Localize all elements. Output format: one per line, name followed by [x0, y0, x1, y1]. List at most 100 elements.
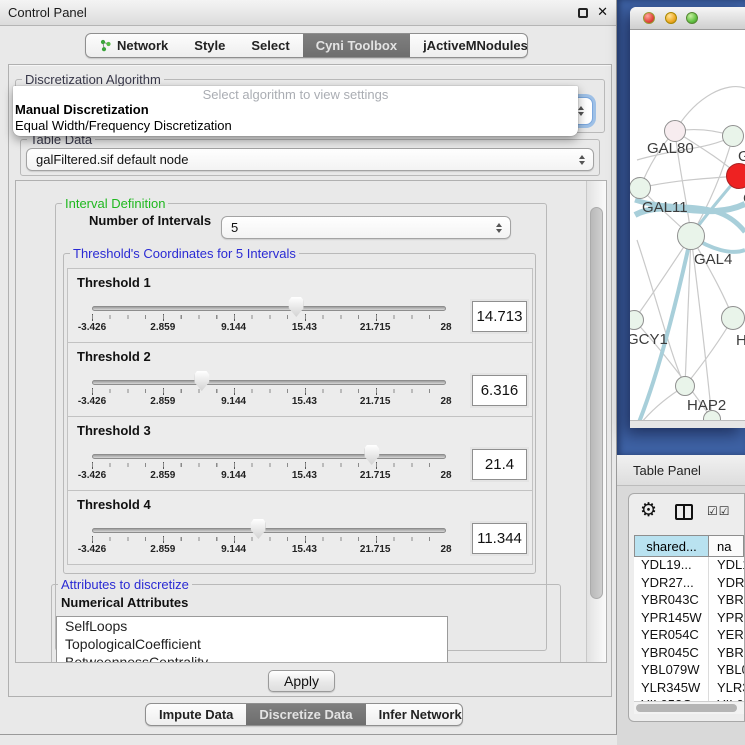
table-data-value: galFiltered.sif default node: [36, 152, 188, 167]
threshold-value-field[interactable]: 11.344: [472, 523, 527, 554]
scale-tick-label: 28: [440, 396, 451, 407]
table-row[interactable]: YER054C YER0: [634, 627, 744, 645]
column-layout-icon[interactable]: [675, 504, 693, 520]
network-node[interactable]: [721, 306, 745, 330]
scale-tick-label: 2.859: [150, 322, 175, 333]
threshold-slider[interactable]: -3.426 2.859 9.144 15.43 21.715: [92, 269, 446, 344]
scale-tick-label: 28: [440, 470, 451, 481]
tab-jactivemnodules[interactable]: jActiveMNodules: [410, 34, 528, 57]
bottom-tab-bar: Impute Data Discretize Data Infer Networ…: [145, 703, 463, 726]
float-window-icon[interactable]: [578, 8, 588, 18]
dropdown-hint-option[interactable]: Select algorithm to view settings: [13, 86, 578, 102]
threshold-list: Threshold 1 -3.426 2.859: [67, 269, 533, 565]
tab-infer-network[interactable]: Infer Network: [366, 704, 463, 725]
tab-discretize-data[interactable]: Discretize Data: [246, 704, 365, 725]
slider-minor-ticks: [92, 389, 447, 393]
dropdown-option-manual[interactable]: Manual Discretization: [13, 102, 578, 118]
attribute-list-item[interactable]: SelfLoops: [57, 617, 447, 635]
control-panel-window: Control Panel ✕ Network Style Select Cyn…: [0, 0, 617, 735]
top-tab-bar: Network Style Select Cyni Toolbox jActiv…: [85, 33, 528, 58]
table-row[interactable]: YBR043C YBR0: [634, 592, 744, 610]
dropdown-option-equal-width[interactable]: Equal Width/Frequency Discretization: [13, 118, 578, 134]
threshold-slider[interactable]: -3.426 2.859 9.144 15.43 21.715: [92, 343, 446, 418]
slider-track[interactable]: [92, 306, 446, 311]
settings-scroll-panel: Interval Definition Number of Intervals …: [15, 180, 607, 663]
number-of-intervals-combobox[interactable]: 5: [221, 216, 511, 239]
threshold-panel: Threshold 3 -3.426 2.859: [67, 416, 533, 491]
scale-tick-label: 21.715: [360, 322, 391, 333]
table-header-row: shared... na: [634, 535, 744, 557]
apply-button[interactable]: Apply: [268, 670, 335, 692]
threshold-value-field[interactable]: 21.4: [472, 449, 527, 480]
table-horizontal-scrollbar-thumb[interactable]: [636, 704, 737, 712]
network-node[interactable]: [664, 120, 686, 142]
network-canvas[interactable]: GAL80GCGAL11GAL4GCY1HHAP2: [630, 30, 745, 420]
panel-scrollbar-thumb[interactable]: [590, 207, 603, 599]
attribute-list-item[interactable]: BetweennessCentrality: [57, 653, 447, 663]
slider-track[interactable]: [92, 380, 446, 385]
table-body: YDL19... YDL1 YDR27... YDR2 YBR043C YBR0: [634, 557, 744, 701]
panel-scrollbar[interactable]: [586, 181, 606, 662]
tab-select[interactable]: Select: [238, 34, 302, 57]
table-data-combobox[interactable]: galFiltered.sif default node: [26, 148, 594, 171]
network-node-label: GAL11: [642, 199, 688, 216]
tab-impute-data[interactable]: Impute Data: [146, 704, 246, 725]
network-view-window[interactable]: GAL80GCGAL11GAL4GCY1HHAP2: [630, 7, 745, 428]
combo-stepper-icon: [579, 155, 585, 165]
network-node-label: GAL4: [694, 251, 732, 268]
table-row[interactable]: YDR27... YDR2: [634, 575, 744, 593]
slider-track[interactable]: [92, 528, 446, 533]
table-row[interactable]: YBR045C YBR0: [634, 645, 744, 663]
table-row[interactable]: YPR145W YPR1: [634, 610, 744, 628]
table-row[interactable]: YLR345W YLR3: [634, 680, 744, 698]
scale-tick-label: 9.144: [221, 470, 246, 481]
network-node[interactable]: [675, 376, 695, 396]
attributes-group-title: Attributes to discretize: [58, 577, 192, 592]
slider-scale: -3.426 2.859 9.144 15.43 21.715: [92, 396, 446, 410]
threshold-slider[interactable]: -3.426 2.859 9.144 15.43 21.715: [92, 491, 446, 566]
network-node[interactable]: [726, 163, 745, 189]
slider-minor-ticks: [92, 537, 447, 541]
network-node[interactable]: [722, 125, 744, 147]
table-panel-title: Table Panel: [617, 455, 745, 486]
select-columns-icons[interactable]: ☑☑: [707, 504, 731, 518]
threshold-value-field[interactable]: 14.713: [472, 301, 527, 332]
control-panel-titlebar[interactable]: Control Panel ✕: [0, 0, 616, 26]
threshold-panel: Threshold 1 -3.426 2.859: [67, 268, 533, 343]
discretization-algorithm-group-title: Discretization Algorithm: [22, 72, 164, 87]
number-of-intervals-label: Number of Intervals: [89, 213, 211, 228]
tab-network[interactable]: Network: [86, 34, 181, 57]
scale-tick-label: 15.43: [292, 544, 317, 555]
column-header-name[interactable]: na: [709, 535, 744, 557]
tab-cyni-toolbox[interactable]: Cyni Toolbox: [303, 34, 410, 57]
table-horizontal-scrollbar[interactable]: [634, 701, 744, 714]
close-icon[interactable]: ✕: [597, 4, 608, 20]
number-of-intervals-value: 5: [231, 220, 238, 235]
threshold-slider[interactable]: -3.426 2.859 9.144 15.43 21.715: [92, 417, 446, 492]
threshold-panel: Threshold 2 -3.426 2.859: [67, 342, 533, 417]
scale-tick-label: 2.859: [150, 396, 175, 407]
slider-scale: -3.426 2.859 9.144 15.43 21.715: [92, 470, 446, 484]
table-panel: ⚙ ☑☑ shared... na YDL19... YDL1: [628, 493, 745, 722]
slider-track[interactable]: [92, 454, 446, 459]
network-node[interactable]: [677, 222, 705, 250]
combo-stepper-icon: [578, 106, 584, 116]
scale-tick-label: 21.715: [360, 544, 391, 555]
gear-icon[interactable]: ⚙: [640, 500, 657, 522]
zoom-traffic-light-icon[interactable]: [686, 12, 698, 24]
table-row[interactable]: YBL079W YBL0: [634, 662, 744, 680]
table-row[interactable]: YDL19... YDL1: [634, 557, 744, 575]
tab-style[interactable]: Style: [181, 34, 238, 57]
network-window-titlebar[interactable]: [630, 7, 745, 30]
threshold-value-field[interactable]: 6.316: [472, 375, 527, 406]
numerical-attributes-list[interactable]: SelfLoops TopologicalCoefficient Between…: [56, 616, 448, 663]
slider-scale: -3.426 2.859 9.144 15.43 21.715: [92, 544, 446, 558]
minimize-traffic-light-icon[interactable]: [665, 12, 677, 24]
attribute-list-item[interactable]: TopologicalCoefficient: [57, 635, 447, 653]
network-node-label: H: [736, 332, 745, 349]
close-traffic-light-icon[interactable]: [643, 12, 655, 24]
network-window-bottom-bar: [630, 420, 745, 428]
tab-network-label: Network: [117, 38, 168, 53]
network-node[interactable]: [630, 177, 651, 199]
column-header-shared-name[interactable]: shared...: [634, 535, 709, 557]
